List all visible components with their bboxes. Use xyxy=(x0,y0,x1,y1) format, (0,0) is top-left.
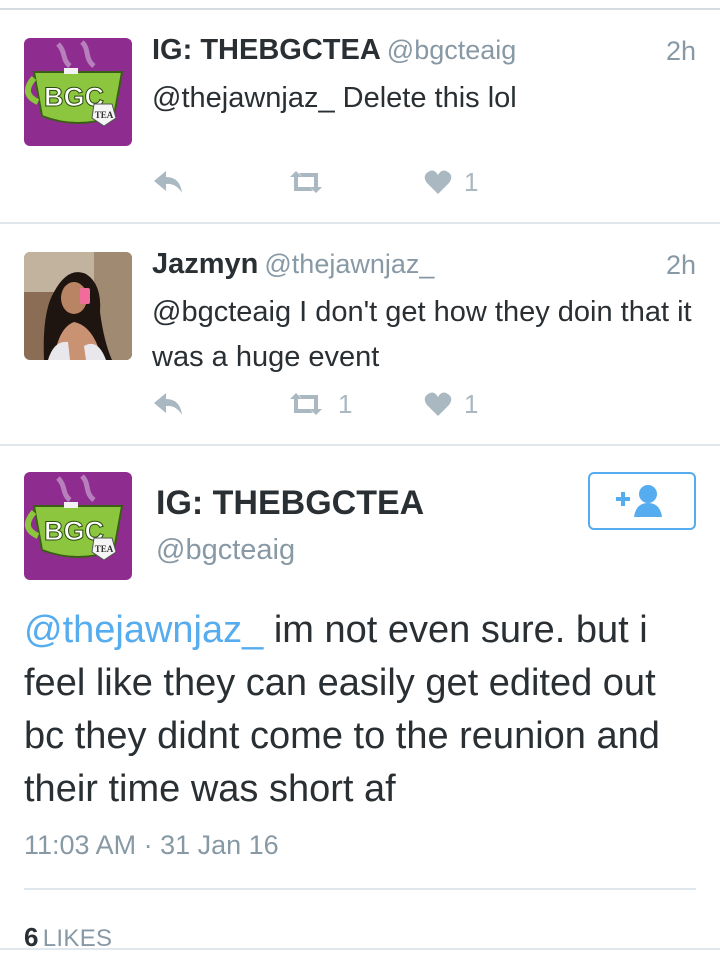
retweet-count: 1 xyxy=(338,388,353,419)
reply-button[interactable] xyxy=(152,162,184,202)
tweet-time[interactable]: 2h xyxy=(666,36,696,67)
top-divider xyxy=(0,8,720,10)
tweet-text: @bgcteaig I don't get how they doin that… xyxy=(152,296,692,373)
tweet-header: IG: THEBGCTEA @bgcteaig 2h xyxy=(152,34,696,74)
heart-icon xyxy=(424,170,452,194)
reply-icon xyxy=(154,393,182,415)
svg-text:TEA: TEA xyxy=(95,110,114,120)
bgc-tea-logo: BGC TEA xyxy=(24,38,132,146)
user-handle[interactable]: @thejawnjaz_ xyxy=(264,249,434,279)
display-name[interactable]: IG: THEBGCTEA xyxy=(152,34,381,66)
avatar[interactable]: BGC TEA xyxy=(24,38,132,146)
display-name[interactable]: IG: THEBGCTEA xyxy=(156,484,424,523)
tweet-time[interactable]: 2h xyxy=(666,250,696,281)
tweet-header: Jazmyn @thejawnjaz_ 2h xyxy=(152,248,696,288)
tweet-text: @thejawnjaz_ im not even sure. but i fee… xyxy=(24,604,704,816)
profile-photo xyxy=(24,252,132,360)
heart-icon xyxy=(424,392,452,416)
like-count: 1 xyxy=(464,388,479,419)
user-handle[interactable]: @bgcteaig xyxy=(387,35,517,65)
avatar[interactable]: BGC TEA xyxy=(24,472,132,580)
like-count: 1 xyxy=(464,166,479,197)
tweet-text: @thejawnjaz_ Delete this lol xyxy=(152,82,517,114)
tweet-item[interactable]: BGC TEA IG: THEBGCTEA @bgcteaig 2h @theja… xyxy=(0,12,720,224)
svg-text:TEA: TEA xyxy=(95,544,114,554)
tweet-timestamp: 11:03 AM · 31 Jan 16 xyxy=(24,830,279,860)
like-button[interactable]: 1 xyxy=(424,384,478,424)
user-handle[interactable]: @bgcteaig xyxy=(156,534,295,567)
retweet-button[interactable]: 1 xyxy=(286,384,352,424)
reply-icon xyxy=(154,171,182,193)
retweet-button[interactable] xyxy=(286,162,338,202)
divider xyxy=(24,888,696,890)
bottom-divider xyxy=(0,948,720,950)
retweet-icon xyxy=(290,393,322,415)
avatar[interactable] xyxy=(24,252,132,360)
retweet-icon xyxy=(290,171,322,193)
mention-link[interactable]: @thejawnjaz_ xyxy=(24,609,263,651)
like-button[interactable]: 1 xyxy=(424,162,478,202)
tweet-item[interactable]: Jazmyn @thejawnjaz_ 2h @bgcteaig I don't … xyxy=(0,226,720,446)
display-name[interactable]: Jazmyn xyxy=(152,248,258,280)
reply-button[interactable] xyxy=(152,384,184,424)
follow-user-icon xyxy=(616,485,662,517)
expanded-tweet: BGC TEA IG: THEBGCTEA @bgcteaig @thejawn… xyxy=(0,448,720,960)
bgc-tea-logo: BGC TEA xyxy=(24,472,132,580)
follow-button[interactable] xyxy=(588,472,696,530)
